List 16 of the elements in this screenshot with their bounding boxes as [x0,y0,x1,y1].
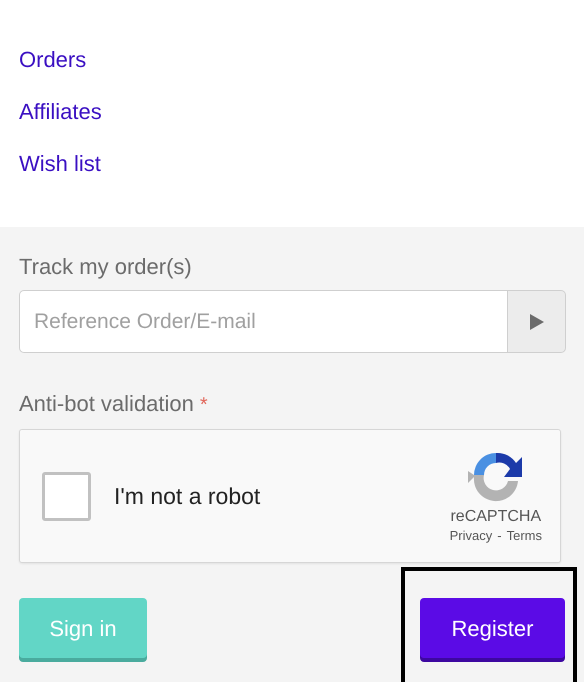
nav-link[interactable]: Wish list [19,150,101,178]
field-label: Track my order(s) [19,253,192,281]
captcha-brand: reCAPTCHA [450,507,542,527]
privacy-link[interactable]: Privacy [450,527,492,545]
terms-link[interactable]: Terms [506,527,542,545]
order-search-field[interactable]: Reference Order/E-mail [19,290,508,353]
field-label: Anti-bot validation [19,390,194,418]
captcha-checkbox[interactable] [42,472,91,520]
action-button[interactable]: Register [420,598,565,658]
nav-link[interactable]: Orders [19,46,86,74]
nav-link[interactable]: Affiliates [19,98,102,126]
separator: - [497,527,502,545]
captcha-label: I'm not a robot [114,482,262,511]
submit-button[interactable] [508,290,566,353]
play-icon [530,314,544,330]
required-mark: * [200,393,208,418]
